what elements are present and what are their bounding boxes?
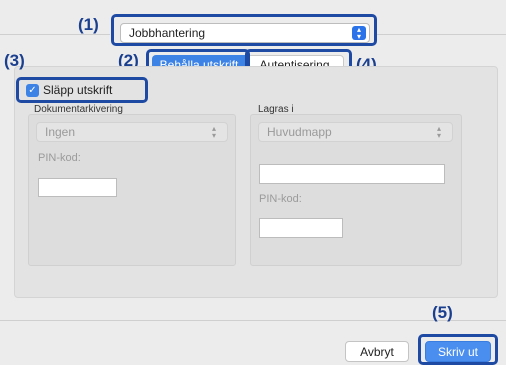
separator-right xyxy=(374,34,506,35)
footer-separator xyxy=(0,320,506,321)
document-filing-select-value: Ingen xyxy=(45,125,76,139)
callout-frame-5 xyxy=(418,334,498,365)
chevron-updown-icon: ▴ ▾ xyxy=(211,124,216,140)
document-filing-pin-label: PIN-kod: xyxy=(38,152,81,164)
callout-3: (3) xyxy=(4,51,25,70)
store-in-select[interactable]: Huvudmapp ▴ ▾ xyxy=(258,122,453,142)
chevron-updown-icon: ▴ ▾ xyxy=(436,124,441,140)
store-in-pin-field[interactable] xyxy=(259,218,343,238)
store-in-select-value: Huvudmapp xyxy=(267,125,332,139)
store-in-pin-label: PIN-kod: xyxy=(259,193,302,205)
cancel-button[interactable]: Avbryt xyxy=(345,341,409,362)
callout-1: (1) xyxy=(78,15,99,34)
callout-frame-3 xyxy=(16,77,148,103)
document-filing-pin-field[interactable] xyxy=(38,178,117,197)
document-filing-select[interactable]: Ingen ▴ ▾ xyxy=(36,122,228,142)
store-in-folder-field[interactable] xyxy=(259,164,445,184)
callout-5: (5) xyxy=(432,303,453,322)
separator-left xyxy=(0,34,110,35)
callout-frame-1 xyxy=(111,14,377,46)
